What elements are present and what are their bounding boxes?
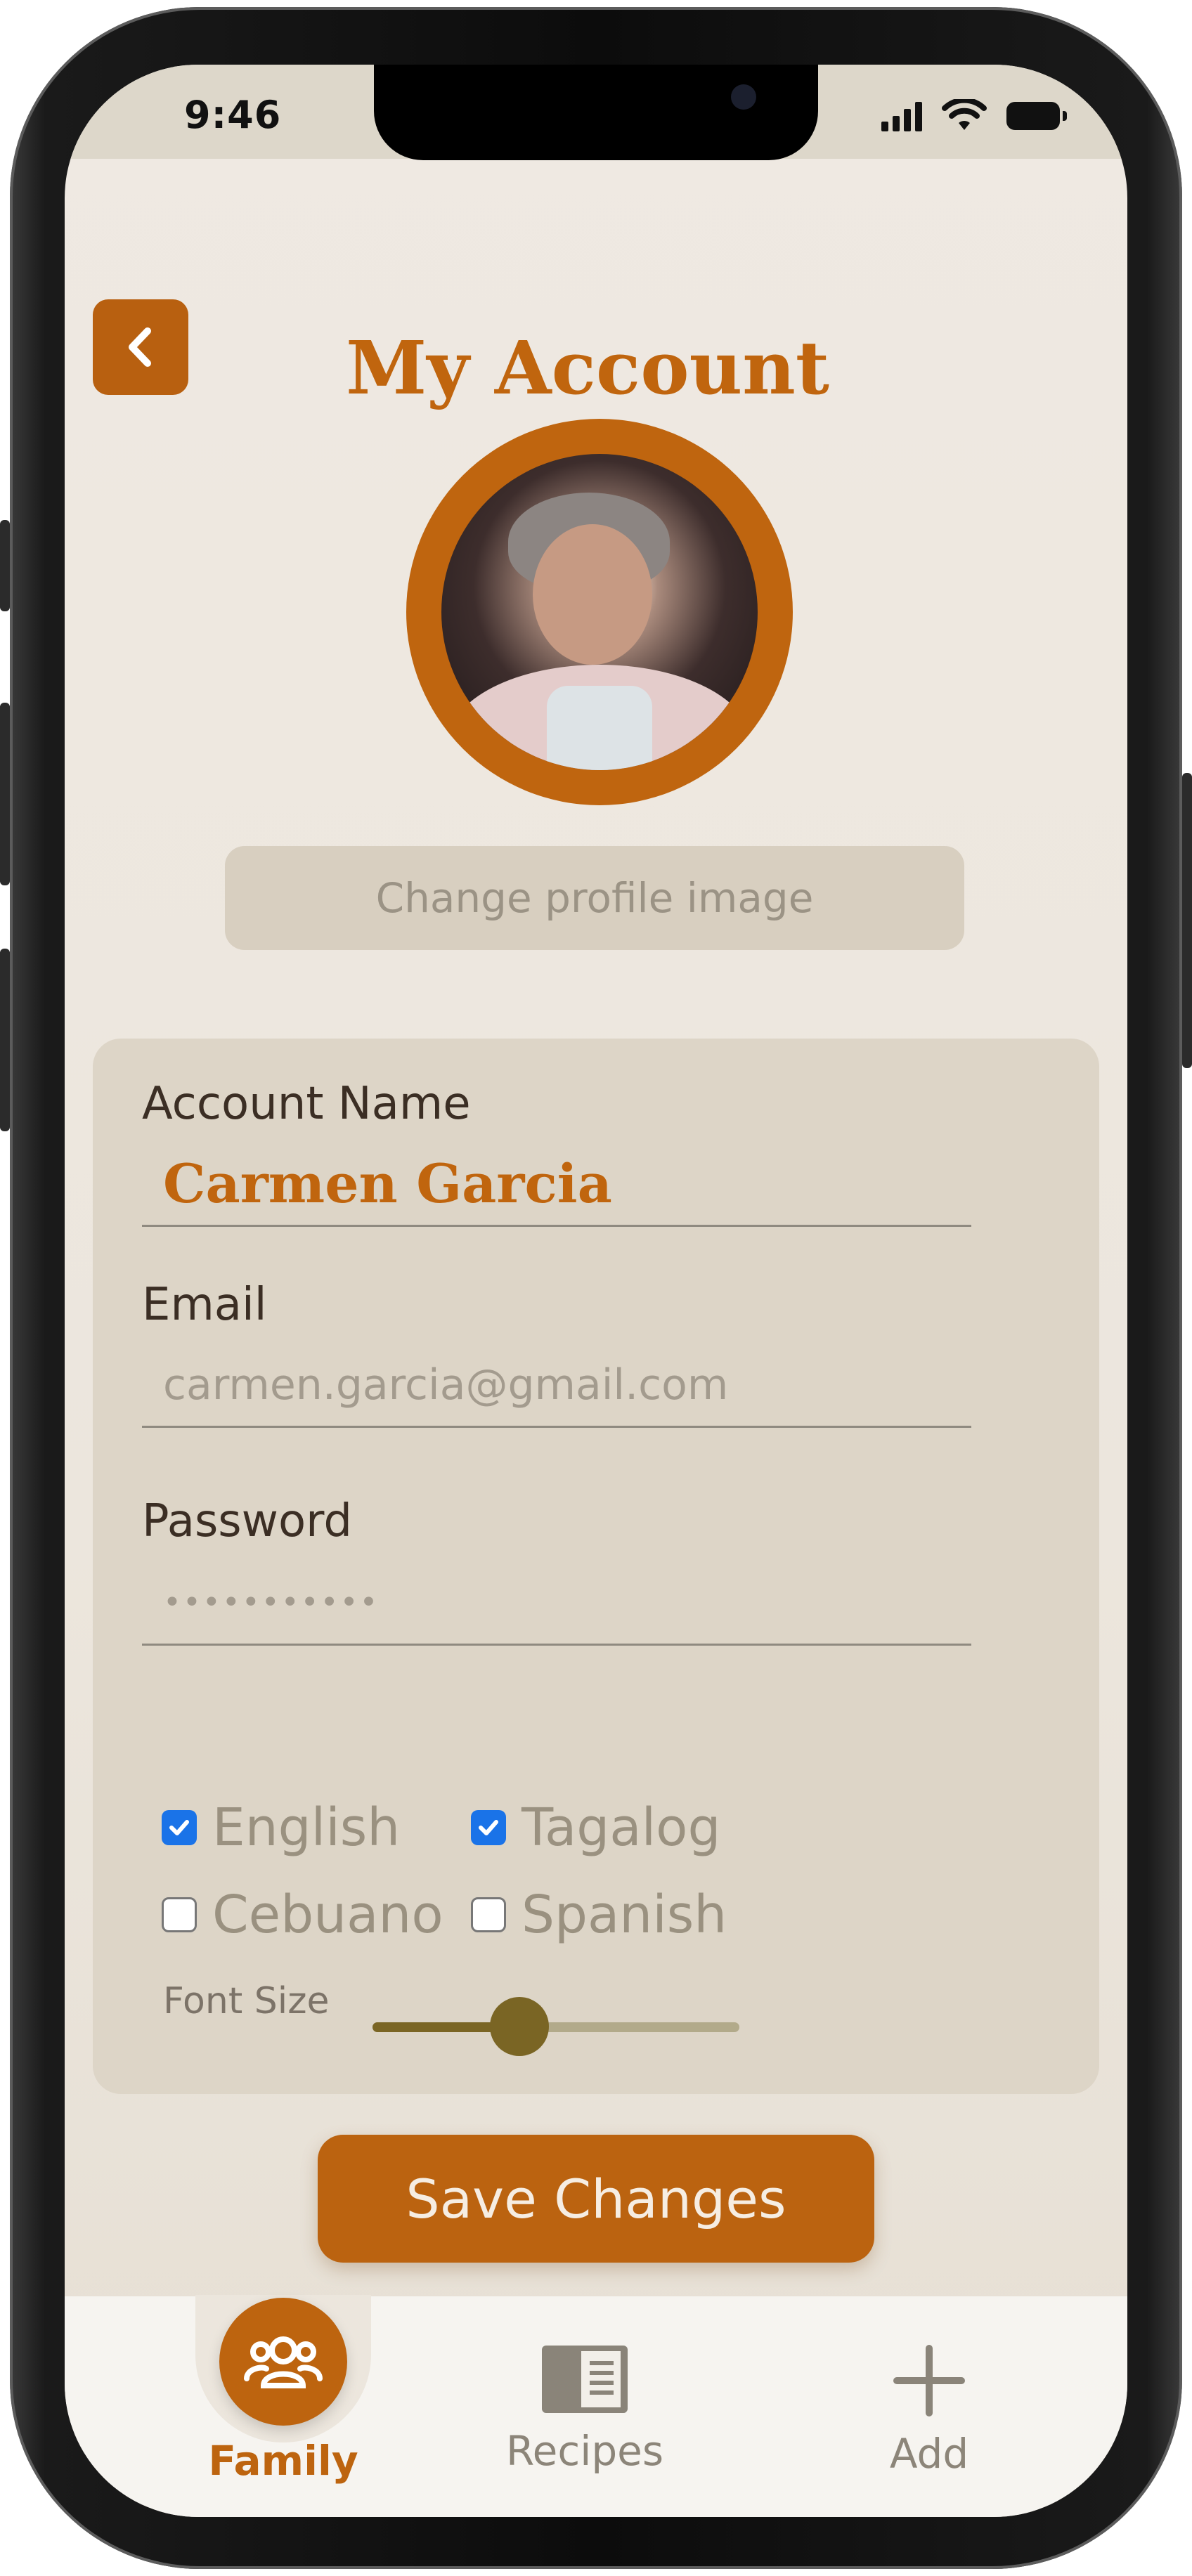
- language-option-cebuano[interactable]: Cebuano: [162, 1885, 443, 1945]
- power-button: [1182, 773, 1192, 1068]
- language-option-spanish[interactable]: Spanish: [471, 1885, 727, 1945]
- email-value: carmen.garcia@gmail.com: [163, 1360, 729, 1410]
- tab-add[interactable]: Add: [873, 2344, 985, 2478]
- language-option-tagalog[interactable]: Tagalog: [471, 1797, 720, 1858]
- cebuano-checkbox[interactable]: [162, 1897, 197, 1932]
- change-profile-image-button[interactable]: Change profile image: [225, 846, 964, 950]
- english-label: English: [212, 1797, 401, 1858]
- password-field[interactable]: •••••••••••: [142, 1561, 971, 1646]
- language-option-english[interactable]: English: [162, 1797, 400, 1858]
- battery-icon: [1006, 102, 1067, 130]
- tab-recipes-label: Recipes: [505, 2427, 664, 2475]
- account-form-card: Account Name Carmen Garcia Email carmen.…: [93, 1039, 1099, 2094]
- tab-recipes[interactable]: Recipes: [493, 2344, 676, 2475]
- status-bar: 9:46: [65, 65, 1127, 160]
- status-time: 9:46: [184, 93, 282, 137]
- volume-up-button: [0, 703, 10, 885]
- notch: [374, 65, 818, 160]
- font-size-label: Font Size: [163, 1980, 330, 2022]
- password-value: •••••••••••: [163, 1585, 380, 1620]
- book-icon: [542, 2346, 628, 2413]
- email-field[interactable]: carmen.garcia@gmail.com: [142, 1344, 971, 1428]
- status-icons: [881, 98, 1067, 134]
- account-name-field[interactable]: Carmen Garcia: [142, 1143, 971, 1227]
- tab-family[interactable]: Family: [195, 2298, 371, 2485]
- font-size-slider-thumb[interactable]: [489, 1997, 549, 2056]
- spanish-checkbox[interactable]: [471, 1897, 506, 1932]
- email-label: Email: [142, 1279, 267, 1331]
- english-checkbox[interactable]: [162, 1810, 197, 1845]
- tab-family-label: Family: [208, 2437, 358, 2485]
- avatar[interactable]: [406, 419, 793, 805]
- wifi-icon: [942, 99, 987, 130]
- volume-down-button: [0, 949, 10, 1131]
- save-changes-button[interactable]: Save Changes: [318, 2135, 874, 2263]
- mute-switch: [0, 520, 10, 611]
- spanish-label: Spanish: [522, 1885, 727, 1945]
- family-tab-circle: [219, 2298, 347, 2426]
- plus-icon: [893, 2345, 965, 2416]
- users-icon: [244, 2336, 323, 2388]
- cebuano-label: Cebuano: [212, 1885, 443, 1945]
- account-name-value: Carmen Garcia: [163, 1152, 612, 1215]
- tagalog-label: Tagalog: [522, 1797, 721, 1858]
- page-title: My Account: [346, 325, 829, 411]
- profile-photo: [441, 454, 758, 770]
- font-size-slider[interactable]: [372, 1997, 739, 2056]
- screen: 9:46 My Account Change profile image Acc…: [65, 65, 1127, 2517]
- tab-add-label: Add: [889, 2430, 969, 2478]
- camera-icon: [731, 84, 756, 110]
- tab-bar: Family Recipes Add: [65, 2295, 1127, 2517]
- password-label: Password: [142, 1495, 352, 1547]
- account-name-label: Account Name: [142, 1078, 471, 1130]
- tagalog-checkbox[interactable]: [471, 1810, 506, 1845]
- signal-icon: [881, 100, 922, 131]
